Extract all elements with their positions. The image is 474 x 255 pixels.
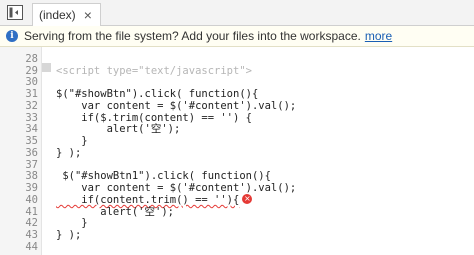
- code-line: 31 var content = $('#content').val();: [0, 77, 474, 111]
- code-line: 29: [0, 54, 474, 77]
- line-number: 44: [25, 240, 38, 253]
- code-line: 28 <script type="text/javascript">: [0, 47, 474, 76]
- code-line: 34 }: [0, 113, 474, 146]
- code-line: 41 }: [0, 195, 474, 229]
- code-lines[interactable]: 28 <script type="text/javascript"> 29 30…: [0, 47, 474, 253]
- editor-tab-bar: (index) ×: [0, 0, 474, 26]
- more-link[interactable]: more: [365, 29, 392, 43]
- code-line: 33 alert('空');: [0, 101, 474, 135]
- code-line: 40 alert('空');: [0, 183, 474, 217]
- code-line: 38 var content = $('#content').val();: [0, 160, 474, 193]
- error-code-line: 39 if(content.trim() == ''){×: [0, 171, 474, 206]
- code-line: 43: [0, 218, 474, 241]
- sidebar-toggle-icon[interactable]: [6, 4, 24, 21]
- code-line: 44: [0, 230, 474, 253]
- code-line: 32 if($.trim(content) == '') {: [0, 89, 474, 123]
- info-message: Serving from the file system? Add your f…: [24, 29, 361, 43]
- info-icon: i: [6, 30, 18, 42]
- code-line: 42 } );: [0, 207, 474, 240]
- code-line: 37 $("#showBtn1").click( function(){: [0, 148, 474, 182]
- code-editor[interactable]: 28 <script type="text/javascript"> 29 30…: [0, 47, 474, 255]
- code-line: 36: [0, 136, 474, 159]
- tab-index-label: (index): [39, 8, 76, 22]
- tab-index[interactable]: (index) ×: [32, 3, 101, 26]
- devtools-sources-panel: (index) × i Serving from the file system…: [0, 0, 474, 255]
- close-icon[interactable]: ×: [84, 8, 92, 22]
- code-line: 30 $("#showBtn").click( function(){: [0, 66, 474, 99]
- code-line: 35 } );: [0, 124, 474, 158]
- workspace-info-bar: i Serving from the file system? Add your…: [0, 26, 474, 47]
